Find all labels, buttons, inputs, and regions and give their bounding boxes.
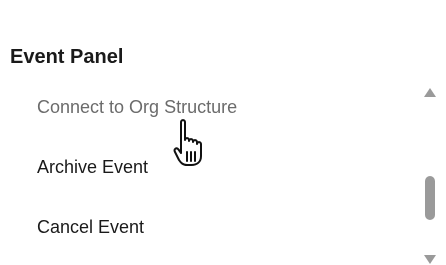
scroll-down-arrow-icon[interactable]: [424, 255, 436, 264]
vertical-scrollbar[interactable]: [420, 80, 440, 265]
scrollbar-thumb[interactable]: [425, 176, 435, 220]
panel-title: Event Panel: [10, 46, 124, 68]
scroll-up-arrow-icon[interactable]: [424, 88, 436, 97]
menu-item-cancel-event[interactable]: Cancel Event: [37, 216, 144, 238]
menu-item-archive-event[interactable]: Archive Event: [37, 156, 148, 178]
menu-item-connect-to-org-structure[interactable]: Connect to Org Structure: [37, 96, 237, 118]
hand-pointer-icon: [173, 119, 202, 166]
event-panel: Event Panel Connect to Org Structure Arc…: [0, 0, 446, 265]
